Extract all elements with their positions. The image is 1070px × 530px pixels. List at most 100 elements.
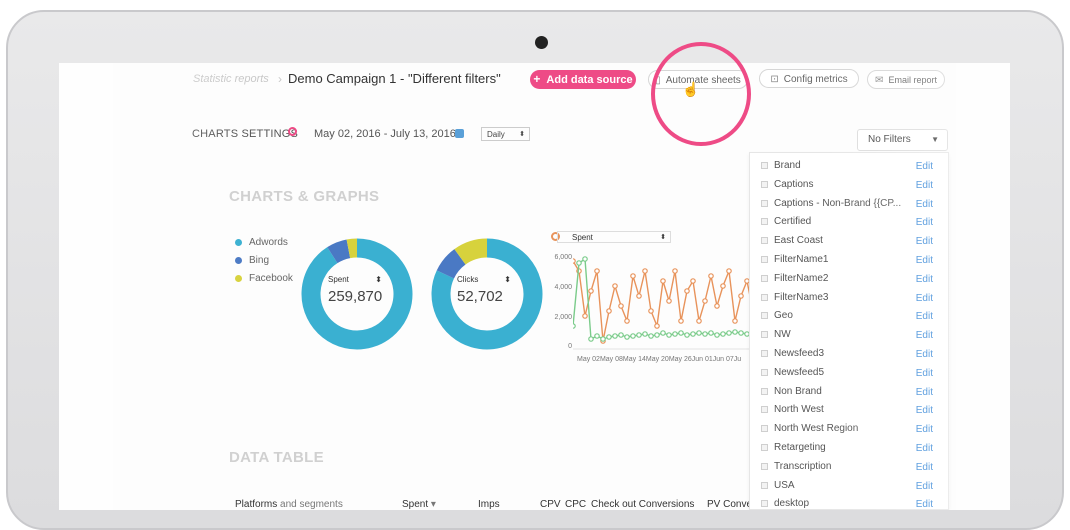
col-header-cpv[interactable]: CPV	[540, 499, 561, 510]
filter-option[interactable]: desktop Edit	[750, 495, 948, 510]
filter-edit-link[interactable]: Edit	[916, 349, 933, 360]
line-point	[672, 268, 678, 274]
donut-total-value: 259,870	[328, 288, 383, 305]
filter-edit-link[interactable]: Edit	[916, 368, 933, 379]
checkbox[interactable]	[761, 218, 768, 226]
filter-option[interactable]: Captions Edit	[750, 176, 948, 195]
filter-edit-link[interactable]: Edit	[916, 330, 933, 341]
filter-dropdown-menu: Brand Edit Captions Edit Captions - Non-Bran…	[749, 152, 949, 510]
filter-option[interactable]: Retargeting Edit	[750, 439, 948, 458]
filter-edit-link[interactable]: Edit	[916, 255, 933, 266]
checkbox[interactable]	[761, 162, 768, 169]
filter-option[interactable]: USA Edit	[750, 477, 948, 496]
filter-edit-link[interactable]: Edit	[916, 424, 933, 435]
breadcrumb-root[interactable]: Statistic reports	[193, 73, 269, 85]
checkbox[interactable]	[761, 274, 768, 282]
filter-option-label: NW	[774, 329, 791, 341]
filter-edit-link[interactable]: Edit	[916, 199, 933, 210]
filter-edit-link[interactable]: Edit	[916, 481, 933, 492]
filter-edit-link[interactable]: Edit	[916, 274, 933, 285]
line-point	[594, 333, 600, 339]
filter-edit-link[interactable]: Edit	[916, 293, 933, 304]
date-range[interactable]: May 02, 2016 - July 13, 2016	[314, 128, 456, 140]
filter-edit-link[interactable]: Edit	[916, 443, 933, 454]
filter-option[interactable]: East Coast Edit	[750, 232, 948, 251]
donut-slice	[436, 249, 466, 279]
col-header-pv-conversions[interactable]: PV Conve	[707, 499, 752, 510]
filter-edit-link[interactable]: Edit	[916, 405, 933, 416]
filter-edit-link[interactable]: Edit	[916, 311, 933, 322]
legend-swatch	[235, 274, 242, 282]
email-report-button[interactable]: ✉ Email report	[867, 70, 945, 89]
checkbox[interactable]	[761, 368, 768, 376]
filter-option[interactable]: FilterName1 Edit	[750, 251, 948, 270]
checkbox[interactable]	[761, 331, 768, 339]
checkbox[interactable]	[761, 237, 768, 245]
filter-option[interactable]: FilterName3 Edit	[750, 289, 948, 308]
col-header-platforms[interactable]: Platforms and segments	[235, 499, 343, 510]
filter-option[interactable]: Non Brand Edit	[750, 383, 948, 402]
filter-edit-link[interactable]: Edit	[916, 499, 933, 510]
col-header-spent[interactable]: Spent ▾	[402, 499, 436, 510]
filter-option[interactable]: North West Region Edit	[750, 420, 948, 439]
filter-edit-link[interactable]: Edit	[916, 180, 933, 191]
checkbox[interactable]	[761, 256, 768, 263]
filter-option[interactable]: Geo Edit	[750, 307, 948, 326]
settings-gear-icon[interactable]	[288, 127, 297, 136]
checkbox[interactable]	[761, 500, 768, 508]
donut-slice	[346, 238, 358, 259]
filter-option[interactable]: Certified Edit	[750, 213, 948, 232]
filter-option[interactable]: North West Edit	[750, 401, 948, 420]
filter-option[interactable]: NW Edit	[750, 326, 948, 345]
filter-option-label: Transcription	[774, 460, 832, 472]
filter-option[interactable]: Newsfeed3 Edit	[750, 345, 948, 364]
filter-option[interactable]: Newsfeed5 Edit	[750, 364, 948, 383]
y-tick: 6,000	[554, 254, 572, 261]
line-point	[714, 332, 720, 338]
filter-edit-link[interactable]: Edit	[916, 387, 933, 398]
checkbox[interactable]	[761, 293, 768, 301]
checkbox[interactable]	[761, 462, 768, 470]
filter-option[interactable]: Captions - Non-Brand {{CP... Edit	[750, 195, 948, 214]
spent-line-chart	[573, 256, 753, 350]
line-point	[648, 308, 654, 314]
calendar-icon[interactable]	[455, 129, 464, 138]
add-data-source-button[interactable]: + Add data source	[530, 70, 636, 89]
col-header-imps[interactable]: Imps	[478, 499, 500, 510]
filter-edit-link[interactable]: Edit	[916, 236, 933, 247]
filter-option[interactable]: Transcription Edit	[750, 458, 948, 477]
checkbox[interactable]	[761, 180, 768, 188]
line-point	[642, 331, 648, 337]
filter-edit-link[interactable]: Edit	[916, 161, 933, 172]
filter-edit-link[interactable]: Edit	[916, 217, 933, 228]
checkbox[interactable]	[761, 444, 768, 451]
legend-label: Facebook	[249, 273, 293, 284]
sort-arrow-icon: ▾	[430, 499, 436, 510]
granularity-select[interactable]: Daily ⬍	[481, 127, 530, 141]
filter-option-label: Retargeting	[774, 442, 826, 453]
checkbox[interactable]	[761, 406, 768, 414]
filter-dropdown[interactable]: No Filters ▼	[857, 129, 948, 151]
checkbox[interactable]	[761, 350, 768, 357]
col-header-checkout-conversions[interactable]: Check out Conversions	[591, 499, 694, 510]
spent-donut-center: Spent ⬍ 259,870	[328, 275, 388, 305]
filter-option[interactable]: FilterName2 Edit	[750, 270, 948, 289]
checkbox[interactable]	[761, 199, 768, 207]
filter-edit-link[interactable]: Edit	[916, 462, 933, 473]
filter-option[interactable]: Brand Edit	[750, 157, 948, 176]
col-header-cpc[interactable]: CPC	[565, 499, 586, 510]
checkbox[interactable]	[761, 481, 768, 489]
config-metrics-button[interactable]: ⊡ Config metrics	[759, 69, 859, 88]
add-data-source-label: Add data source	[546, 74, 633, 86]
donut-metric-select[interactable]: Spent ⬍	[328, 275, 388, 284]
line-point	[732, 318, 738, 324]
orange-series-line	[573, 260, 753, 342]
chart-legend: Adwords Bing Facebook	[235, 237, 293, 291]
checkbox[interactable]	[761, 387, 768, 395]
line-point	[630, 333, 636, 339]
checkbox[interactable]	[761, 312, 768, 320]
checkbox[interactable]	[761, 425, 768, 433]
page-title: Demo Campaign 1 - "Different filters"	[288, 71, 501, 86]
donut-metric-select[interactable]: Clicks ⬍	[457, 275, 517, 284]
line-metric-select[interactable]: Spent ⬍	[557, 231, 671, 243]
